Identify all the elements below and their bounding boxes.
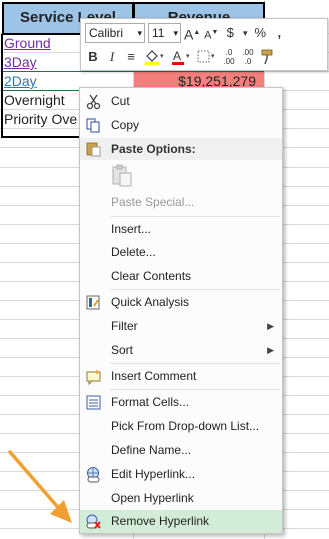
svg-text:▾: ▾ — [186, 53, 190, 60]
chevron-down-icon: ▾ — [243, 28, 248, 38]
menu-item-label: Sort — [111, 343, 134, 357]
currency-dropdown[interactable]: ▾ — [241, 24, 249, 42]
menu-item-paste-special[interactable]: Paste Special... — [80, 191, 282, 214]
format-painter-button[interactable] — [259, 48, 275, 66]
font-name-value: Calibri — [89, 26, 124, 40]
bold-button[interactable]: B — [85, 48, 101, 66]
italic-button[interactable]: I — [104, 48, 120, 66]
currency-button[interactable]: $ — [222, 24, 238, 42]
svg-text:A: A — [173, 49, 181, 63]
menu-item-label: Paste Special... — [111, 195, 195, 209]
comment-icon — [86, 369, 101, 385]
paste-clipboard-button[interactable] — [110, 163, 134, 189]
menu-item-label: Remove Hyperlink — [111, 514, 210, 528]
italic-icon: I — [109, 49, 115, 64]
format-painter-icon — [261, 49, 273, 65]
menu-item-label: Delete... — [111, 245, 156, 259]
align-button[interactable]: ≡ — [123, 48, 139, 66]
decrease-decimal-button[interactable]: .00.0 — [240, 48, 256, 66]
menu-item-sort[interactable]: Sort ▶ — [80, 339, 282, 362]
format-cells-icon — [86, 395, 101, 410]
svg-text:▾: ▾ — [160, 53, 164, 60]
menu-item-quick-analysis[interactable]: Quick Analysis — [80, 291, 282, 314]
align-center-icon: ≡ — [127, 49, 135, 64]
menu-item-label: Define Name... — [111, 443, 192, 457]
menu-item-label: Copy — [111, 118, 140, 132]
svg-text:▾: ▾ — [211, 53, 215, 60]
shrink-font-button[interactable]: A▼ — [203, 24, 219, 42]
font-color-button[interactable]: A ▾ — [169, 48, 193, 66]
font-name-combo[interactable]: Calibri ▾ — [85, 23, 145, 43]
menu-item-copy[interactable]: Copy — [80, 114, 282, 137]
quick-analysis-icon — [86, 295, 100, 310]
menu-item-insert[interactable]: Insert... — [80, 218, 282, 241]
fill-color-icon: ▾ — [145, 50, 164, 65]
grow-font-icon: A — [184, 26, 194, 43]
currency-icon: $ — [226, 25, 234, 40]
menu-item-filter[interactable]: Filter ▶ — [80, 315, 282, 338]
menu-item-define-name[interactable]: Define Name... — [80, 439, 282, 462]
clipboard-icon — [112, 164, 132, 187]
borders-button[interactable]: ▾ — [196, 48, 218, 66]
font-size-combo[interactable]: 11 ▾ — [148, 23, 181, 43]
fill-color-button[interactable]: ▾ — [142, 48, 166, 66]
menu-item-label: Insert... — [111, 222, 152, 236]
paste-options-header: Paste Options: — [80, 138, 282, 160]
font-color-icon: A ▾ — [172, 49, 190, 65]
menu-item-label: Clear Contents — [111, 269, 192, 283]
paste-icon — [86, 142, 101, 157]
borders-icon: ▾ — [197, 50, 215, 63]
menu-item-edit-hyperlink[interactable]: Edit Hyperlink... — [80, 463, 282, 486]
grow-font-button[interactable]: A▲ — [184, 24, 200, 43]
context-menu: Cut Copy Paste Options: Paste Special...… — [79, 87, 283, 534]
pointer-arrow-icon — [8, 450, 72, 523]
mini-toolbar: Calibri ▾ 11 ▾ A▲ A▼ $ ▾ % , B I ≡ ▾ A ▾… — [80, 18, 328, 71]
submenu-arrow-icon: ▶ — [267, 345, 274, 355]
remove-hyperlink-icon — [86, 514, 101, 529]
menu-item-delete[interactable]: Delete... — [80, 241, 282, 264]
menu-item-label: Insert Comment — [111, 369, 197, 383]
menu-item-label: Quick Analysis — [111, 295, 190, 309]
menu-item-pick-from-list[interactable]: Pick From Drop-down List... — [80, 415, 282, 438]
menu-item-cut[interactable]: Cut — [80, 90, 282, 113]
percent-button[interactable]: % — [252, 24, 268, 42]
font-size-value: 11 — [152, 26, 165, 40]
scissors-icon — [86, 94, 101, 110]
chevron-down-icon: ▾ — [173, 28, 178, 38]
menu-item-insert-comment[interactable]: Insert Comment — [80, 365, 282, 388]
menu-item-open-hyperlink[interactable]: Open Hyperlink — [80, 487, 282, 510]
comma-button[interactable]: , — [271, 24, 287, 42]
copy-icon — [86, 118, 100, 133]
menu-item-label: Edit Hyperlink... — [111, 467, 196, 481]
menu-item-clear-contents[interactable]: Clear Contents — [80, 265, 282, 288]
bold-icon: B — [88, 49, 98, 64]
menu-item-label: Open Hyperlink — [111, 491, 194, 505]
percent-icon: % — [254, 25, 267, 40]
menu-item-format-cells[interactable]: Format Cells... — [80, 391, 282, 414]
menu-item-remove-hyperlink[interactable]: Remove Hyperlink — [80, 510, 282, 533]
comma-icon: , — [277, 25, 282, 40]
edit-hyperlink-icon — [87, 467, 100, 483]
submenu-arrow-icon: ▶ — [267, 321, 274, 331]
menu-item-label: Cut — [111, 94, 130, 108]
menu-item-label: Filter — [111, 319, 138, 333]
menu-item-label: Pick From Drop-down List... — [111, 419, 260, 433]
menu-item-label: Format Cells... — [111, 395, 190, 409]
paste-options-label: Paste Options: — [111, 142, 196, 156]
increase-decimal-button[interactable]: .0.00 — [221, 48, 237, 66]
chevron-down-icon: ▾ — [137, 28, 142, 38]
